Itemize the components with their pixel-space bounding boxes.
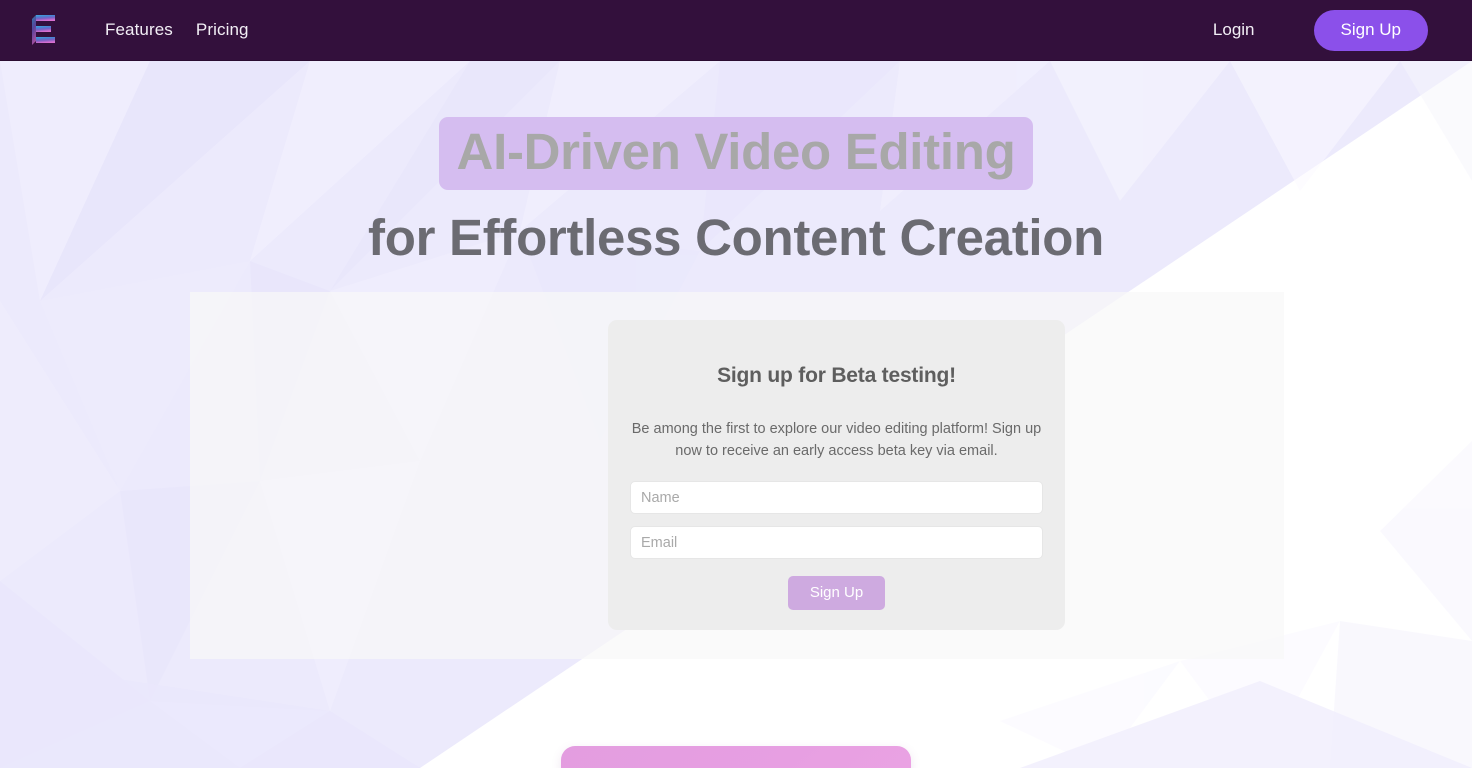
- nav-right-group: Login Sign Up: [1213, 9, 1428, 51]
- email-input[interactable]: [630, 526, 1043, 560]
- hero-section: AI-Driven Video Editing for Effortless C…: [0, 61, 1472, 768]
- nav-left-group: Features Pricing: [0, 13, 249, 47]
- login-link[interactable]: Login: [1213, 20, 1255, 40]
- beta-signup-form: Sign Up: [628, 481, 1045, 611]
- landing-page: Features Pricing Login Sign Up AI-Driven…: [0, 0, 1472, 768]
- nav-link-features[interactable]: Features: [105, 20, 173, 40]
- nav-signup-button[interactable]: Sign Up: [1313, 9, 1428, 51]
- beta-signup-title: Sign up for Beta testing!: [717, 364, 956, 387]
- video-thumbnail-illustration: [561, 746, 911, 768]
- beta-signup-card: Sign up for Beta testing! Be among the f…: [608, 320, 1065, 630]
- nav-link-pricing[interactable]: Pricing: [196, 20, 249, 40]
- letter-e-logo-icon[interactable]: [30, 13, 56, 47]
- nav-links: Features Pricing: [105, 20, 249, 40]
- top-navigation-bar: Features Pricing Login Sign Up: [0, 0, 1472, 61]
- beta-signup-submit-button[interactable]: Sign Up: [787, 576, 886, 611]
- name-input[interactable]: [630, 481, 1043, 515]
- beta-signup-description: Be among the first to explore our video …: [631, 421, 1042, 460]
